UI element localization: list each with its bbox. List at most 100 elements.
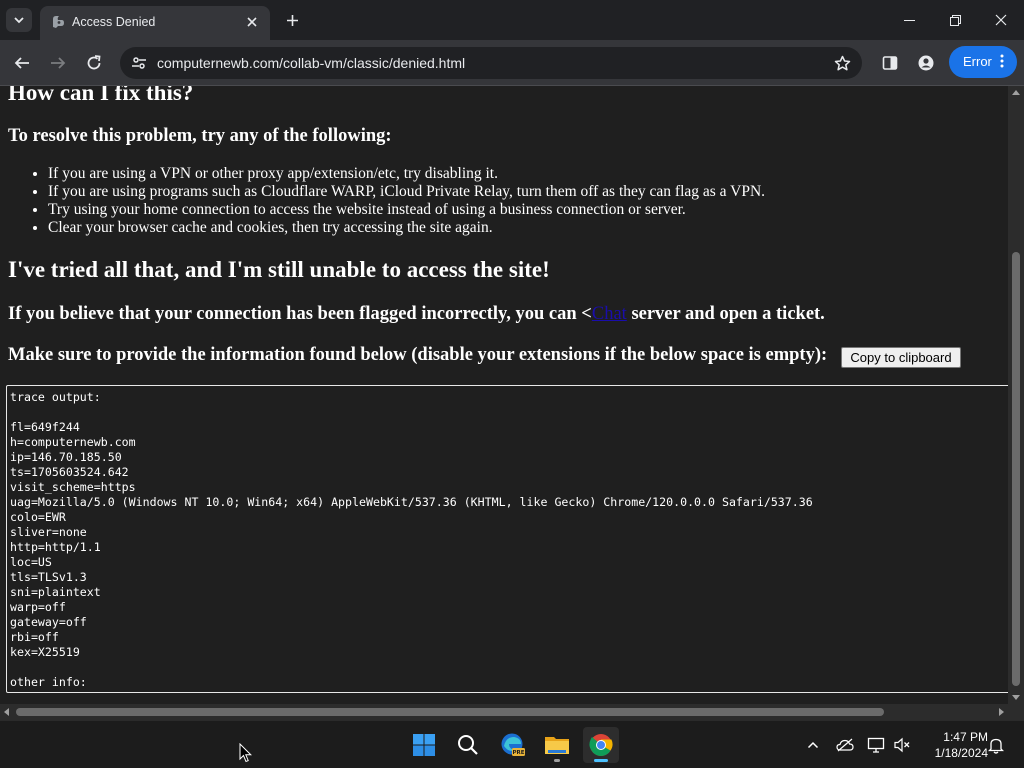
arrow-right-icon [51,57,66,69]
trace-line: kex=X25519 [10,645,80,659]
vertical-scrollbar[interactable] [1008,86,1024,704]
page-viewport: How can I fix this? To resolve this prob… [0,86,1008,704]
start-button[interactable] [406,727,442,763]
list-item: Try using your home connection to access… [48,201,765,219]
heading-resolve: To resolve this problem, try any of the … [8,126,392,146]
address-bar[interactable]: computernewb.com/collab-vm/classic/denie… [120,47,862,79]
trace-line: rbi=off [10,630,59,644]
trace-line: ts=1705603524.642 [10,465,129,479]
edge-beta-icon: PRE [501,733,525,756]
side-panel-button[interactable] [876,49,904,77]
reload-icon [87,55,101,70]
reload-button[interactable] [80,49,108,77]
flagged-paragraph: If you believe that your connection has … [8,304,825,325]
trace-line: visit_scheme=https [10,480,136,494]
trace-line [10,660,1008,675]
bookmark-star-icon[interactable] [832,53,852,73]
vertical-scroll-thumb[interactable] [1012,252,1020,686]
new-tab-button[interactable] [280,8,304,32]
tab-close-button[interactable] [242,12,262,32]
trace-line: loc=US [10,555,52,569]
trace-line: colo=EWR [10,510,66,524]
tab-search-button[interactable] [6,8,32,32]
copy-to-clipboard-button[interactable]: Copy to clipboard [841,347,961,368]
minimize-icon [903,19,915,21]
forward-button[interactable] [44,49,72,77]
search-icon [458,735,478,755]
volume-muted-icon [894,737,910,753]
side-panel-icon [882,56,898,70]
network-icon [867,737,885,753]
minimize-button[interactable] [886,0,932,40]
onedrive-icon [836,738,854,752]
running-indicator [554,759,560,762]
profile-button[interactable] [912,49,940,77]
scroll-left-arrow-icon[interactable] [4,708,9,716]
heading-how-fix: How can I fix this? [8,86,194,105]
window-close-button[interactable] [978,0,1024,40]
notifications-button[interactable] [986,735,1006,755]
trace-line: fl=649f244 [10,420,80,434]
list-item: Clear your browser cache and cookies, th… [48,219,765,237]
trace-line: h=computernewb.com [10,435,136,449]
edge-beta-app[interactable]: PRE [495,727,531,763]
taskbar-search-button[interactable] [450,727,486,763]
arrow-left-icon [14,57,29,69]
scroll-up-arrow-icon[interactable] [1012,90,1020,95]
show-hidden-icons-button[interactable] [803,735,823,755]
trace-line: sliver=none [10,525,87,539]
tab-strip: Access Denied [0,0,1024,40]
list-item: If you are using programs such as Cloudf… [48,183,765,201]
plus-icon [286,14,298,26]
windows-taskbar: PRE 1:47 PM 1/18/2024 [0,720,1024,768]
start-icon [413,734,435,756]
scroll-right-arrow-icon[interactable] [999,708,1004,716]
more-vert-icon [997,51,1007,71]
flagged-text-before: If you believe that your connection has … [8,304,592,324]
browser-tab-active[interactable]: Access Denied [40,6,270,40]
trace-line: http=http/1.1 [10,540,101,554]
network-tray-button[interactable] [866,735,886,755]
list-item: If you are using a VPN or other proxy ap… [48,165,765,183]
chrome-icon [589,734,613,756]
scroll-corner [1008,704,1024,720]
chevron-up-icon [807,741,819,749]
trace-line: tls=TLSv1.3 [10,570,87,584]
mouse-pointer-icon [239,743,252,763]
chat-link[interactable]: Chat [592,304,627,324]
restore-icon [949,14,961,26]
suggestion-list: If you are using a VPN or other proxy ap… [48,165,765,237]
back-button[interactable] [8,49,36,77]
horizontal-scrollbar[interactable] [0,704,1008,720]
scroll-down-arrow-icon[interactable] [1012,695,1020,700]
horizontal-scroll-thumb[interactable] [16,708,884,716]
taskbar-clock[interactable]: 1:47 PM 1/18/2024 [916,729,988,761]
onedrive-tray-button[interactable] [835,735,855,755]
person-icon [918,55,934,71]
tab-title: Access Denied [72,15,156,29]
volume-tray-button[interactable] [892,735,912,755]
chrome-app[interactable] [583,727,619,763]
restore-button[interactable] [932,0,978,40]
notification-bell-icon [988,738,1004,754]
error-menu-button[interactable]: Error [949,46,1017,78]
file-explorer-icon [545,737,569,754]
trace-line: warp=off [10,600,66,614]
site-info-icon[interactable] [130,54,148,72]
trace-output-box[interactable]: trace output: fl=649f244 h=computernewb.co… [6,385,1008,693]
clock-time: 1:47 PM [943,730,988,744]
heading-still-unable: I've tried all that, and I'm still unabl… [8,257,550,282]
clock-date: 1/18/2024 [934,746,988,760]
flagged-text-after: server and open a ticket. [626,304,825,324]
provide-info-text: Make sure to provide the information fou… [8,345,828,365]
error-label: Error [963,54,992,69]
chevron-down-icon [14,17,24,24]
browser-toolbar: computernewb.com/collab-vm/classic/denie… [0,40,1024,86]
file-explorer-app[interactable] [539,727,575,763]
trace-line: sni=plaintext [10,585,101,599]
page-favicon-icon [53,16,64,28]
close-icon [995,14,1007,26]
address-url[interactable]: computernewb.com/collab-vm/classic/denie… [157,55,465,71]
trace-line: gateway=off [10,615,87,629]
trace-line: other info: [10,675,87,689]
